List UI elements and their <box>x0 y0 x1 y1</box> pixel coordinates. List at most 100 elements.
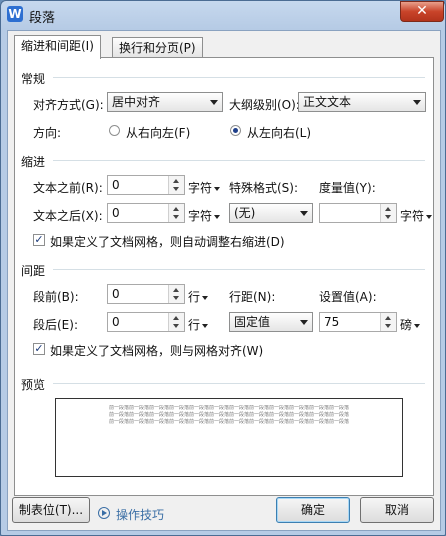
tabs-button[interactable]: 制表位(T)... <box>12 497 90 523</box>
ltr-radio[interactable] <box>230 125 241 136</box>
special-format-label: 特殊格式(S): <box>229 181 299 195</box>
chevron-down-icon <box>413 100 421 105</box>
indent-after-unit[interactable]: 字符 <box>188 207 221 224</box>
setting-value-input[interactable]: 75 <box>319 312 397 332</box>
divider <box>53 77 425 78</box>
space-before-unit[interactable]: 行 <box>188 288 209 305</box>
spacing-grid-label[interactable]: 如果定义了文档网格，则与网格对齐(W) <box>50 342 263 359</box>
special-format-value: (无) <box>234 206 256 220</box>
outline-level-select[interactable]: 正文文本 <box>298 92 426 112</box>
alignment-value: 居中对齐 <box>112 95 161 109</box>
tips-link[interactable]: 操作技巧 <box>116 506 164 523</box>
space-before-input[interactable]: 0 <box>107 284 185 304</box>
spin-buttons[interactable] <box>168 176 184 194</box>
chevron-down-icon <box>300 211 308 216</box>
preview-line: 前一段落前一段落前一段落前一段落前一段落前一段落前一段落前一段落前一段落前一段落… <box>108 419 349 425</box>
indent-before-value: 0 <box>112 178 120 192</box>
play-circle-icon[interactable] <box>98 507 110 519</box>
divider <box>53 383 425 384</box>
setting-value-label: 设置值(A): <box>319 290 377 304</box>
preview-line: 前一段落前一段落前一段落前一段落前一段落前一段落前一段落前一段落前一段落前一段落… <box>108 405 349 411</box>
arrow-down-icon <box>385 215 391 219</box>
ltr-label[interactable]: 从左向右(L) <box>247 124 311 141</box>
space-after-value: 0 <box>112 315 120 329</box>
caret-down-icon <box>202 295 209 300</box>
spin-buttons[interactable] <box>380 313 396 331</box>
special-format-select[interactable]: (无) <box>229 203 313 223</box>
unit-label: 字符 <box>188 181 213 195</box>
wps-writer-icon: W <box>7 6 23 22</box>
ok-button[interactable]: 确定 <box>276 497 350 523</box>
line-spacing-value: 固定值 <box>234 315 271 329</box>
indent-before-input[interactable]: 0 <box>107 175 185 195</box>
dialog-title: 段落 <box>29 11 56 26</box>
dialog-body: 缩进和间距(I) 换行和分页(P) 常规 对齐方式(G): 居中对齐 大纲级别(… <box>7 30 441 531</box>
spin-buttons[interactable] <box>168 204 184 222</box>
caret-down-icon <box>202 323 209 328</box>
arrow-up-icon <box>385 207 391 211</box>
outline-level-value: 正文文本 <box>303 95 352 109</box>
preview-line: 前一段落前一段落前一段落前一段落前一段落前一段落前一段落前一段落前一段落前一段落… <box>108 412 349 418</box>
setting-value: 75 <box>324 315 340 329</box>
title-bar[interactable]: W 段落 ✕ <box>1 1 445 29</box>
spin-buttons[interactable] <box>168 313 184 331</box>
alignment-label: 对齐方式(G): <box>33 98 104 112</box>
arrow-down-icon <box>173 324 179 328</box>
indent-grid-label[interactable]: 如果定义了文档网格，则自动调整右缩进(D) <box>50 233 285 250</box>
caret-down-icon <box>426 214 433 219</box>
spin-buttons[interactable] <box>380 204 396 222</box>
rtl-label[interactable]: 从右向左(F) <box>126 124 190 141</box>
preview-box: 前一段落前一段落前一段落前一段落前一段落前一段落前一段落前一段落前一段落前一段落… <box>55 398 403 477</box>
tab-line-page-breaks[interactable]: 换行和分页(P) <box>112 37 203 58</box>
line-spacing-label: 行距(N): <box>229 290 276 304</box>
measure-input[interactable] <box>319 203 397 223</box>
arrow-up-icon <box>173 288 179 292</box>
indent-grid-checkbox[interactable]: ✓ <box>33 234 45 246</box>
measure-label: 度量值(Y): <box>319 181 376 195</box>
spin-buttons[interactable] <box>168 285 184 303</box>
cancel-button[interactable]: 取消 <box>360 497 434 523</box>
alignment-select[interactable]: 居中对齐 <box>107 92 223 112</box>
unit-label: 磅 <box>400 318 413 332</box>
caret-down-icon <box>214 186 221 191</box>
divider <box>53 160 425 161</box>
setting-value-unit[interactable]: 磅 <box>400 316 421 333</box>
paragraph-dialog: W 段落 ✕ 缩进和间距(I) 换行和分页(P) 常规 对齐方式(G): 居中对… <box>0 0 446 536</box>
space-before-value: 0 <box>112 287 120 301</box>
arrow-up-icon <box>173 316 179 320</box>
arrow-down-icon <box>173 187 179 191</box>
arrow-up-icon <box>385 316 391 320</box>
spacing-grid-checkbox[interactable]: ✓ <box>33 343 45 355</box>
divider <box>53 269 425 270</box>
chevron-down-icon <box>300 320 308 325</box>
caret-down-icon <box>414 323 421 328</box>
arrow-down-icon <box>173 296 179 300</box>
direction-label: 方向: <box>33 126 62 140</box>
preview-section-label: 预览 <box>21 378 46 392</box>
space-after-label: 段后(E): <box>33 318 78 332</box>
space-after-input[interactable]: 0 <box>107 312 185 332</box>
chevron-down-icon <box>210 100 218 105</box>
arrow-up-icon <box>173 179 179 183</box>
spacing-section-label: 间距 <box>21 264 46 278</box>
arrow-down-icon <box>173 215 179 219</box>
indent-after-value: 0 <box>112 206 120 220</box>
indent-before-unit[interactable]: 字符 <box>188 179 221 196</box>
arrow-down-icon <box>385 324 391 328</box>
unit-label: 行 <box>188 290 201 304</box>
unit-label: 字符 <box>400 209 425 223</box>
indent-after-input[interactable]: 0 <box>107 203 185 223</box>
indent-section-label: 缩进 <box>21 155 46 169</box>
rtl-radio[interactable] <box>109 125 120 136</box>
unit-label: 行 <box>188 318 201 332</box>
space-before-label: 段前(B): <box>33 290 79 304</box>
outline-level-label: 大纲级别(O): <box>229 98 300 112</box>
caret-down-icon <box>214 214 221 219</box>
measure-unit[interactable]: 字符 <box>400 207 433 224</box>
space-after-unit[interactable]: 行 <box>188 316 209 333</box>
close-button[interactable]: ✕ <box>400 1 444 22</box>
tab-indent-spacing[interactable]: 缩进和间距(I) <box>14 35 101 59</box>
general-section-label: 常规 <box>21 72 46 86</box>
unit-label: 字符 <box>188 209 213 223</box>
line-spacing-select[interactable]: 固定值 <box>229 312 313 332</box>
